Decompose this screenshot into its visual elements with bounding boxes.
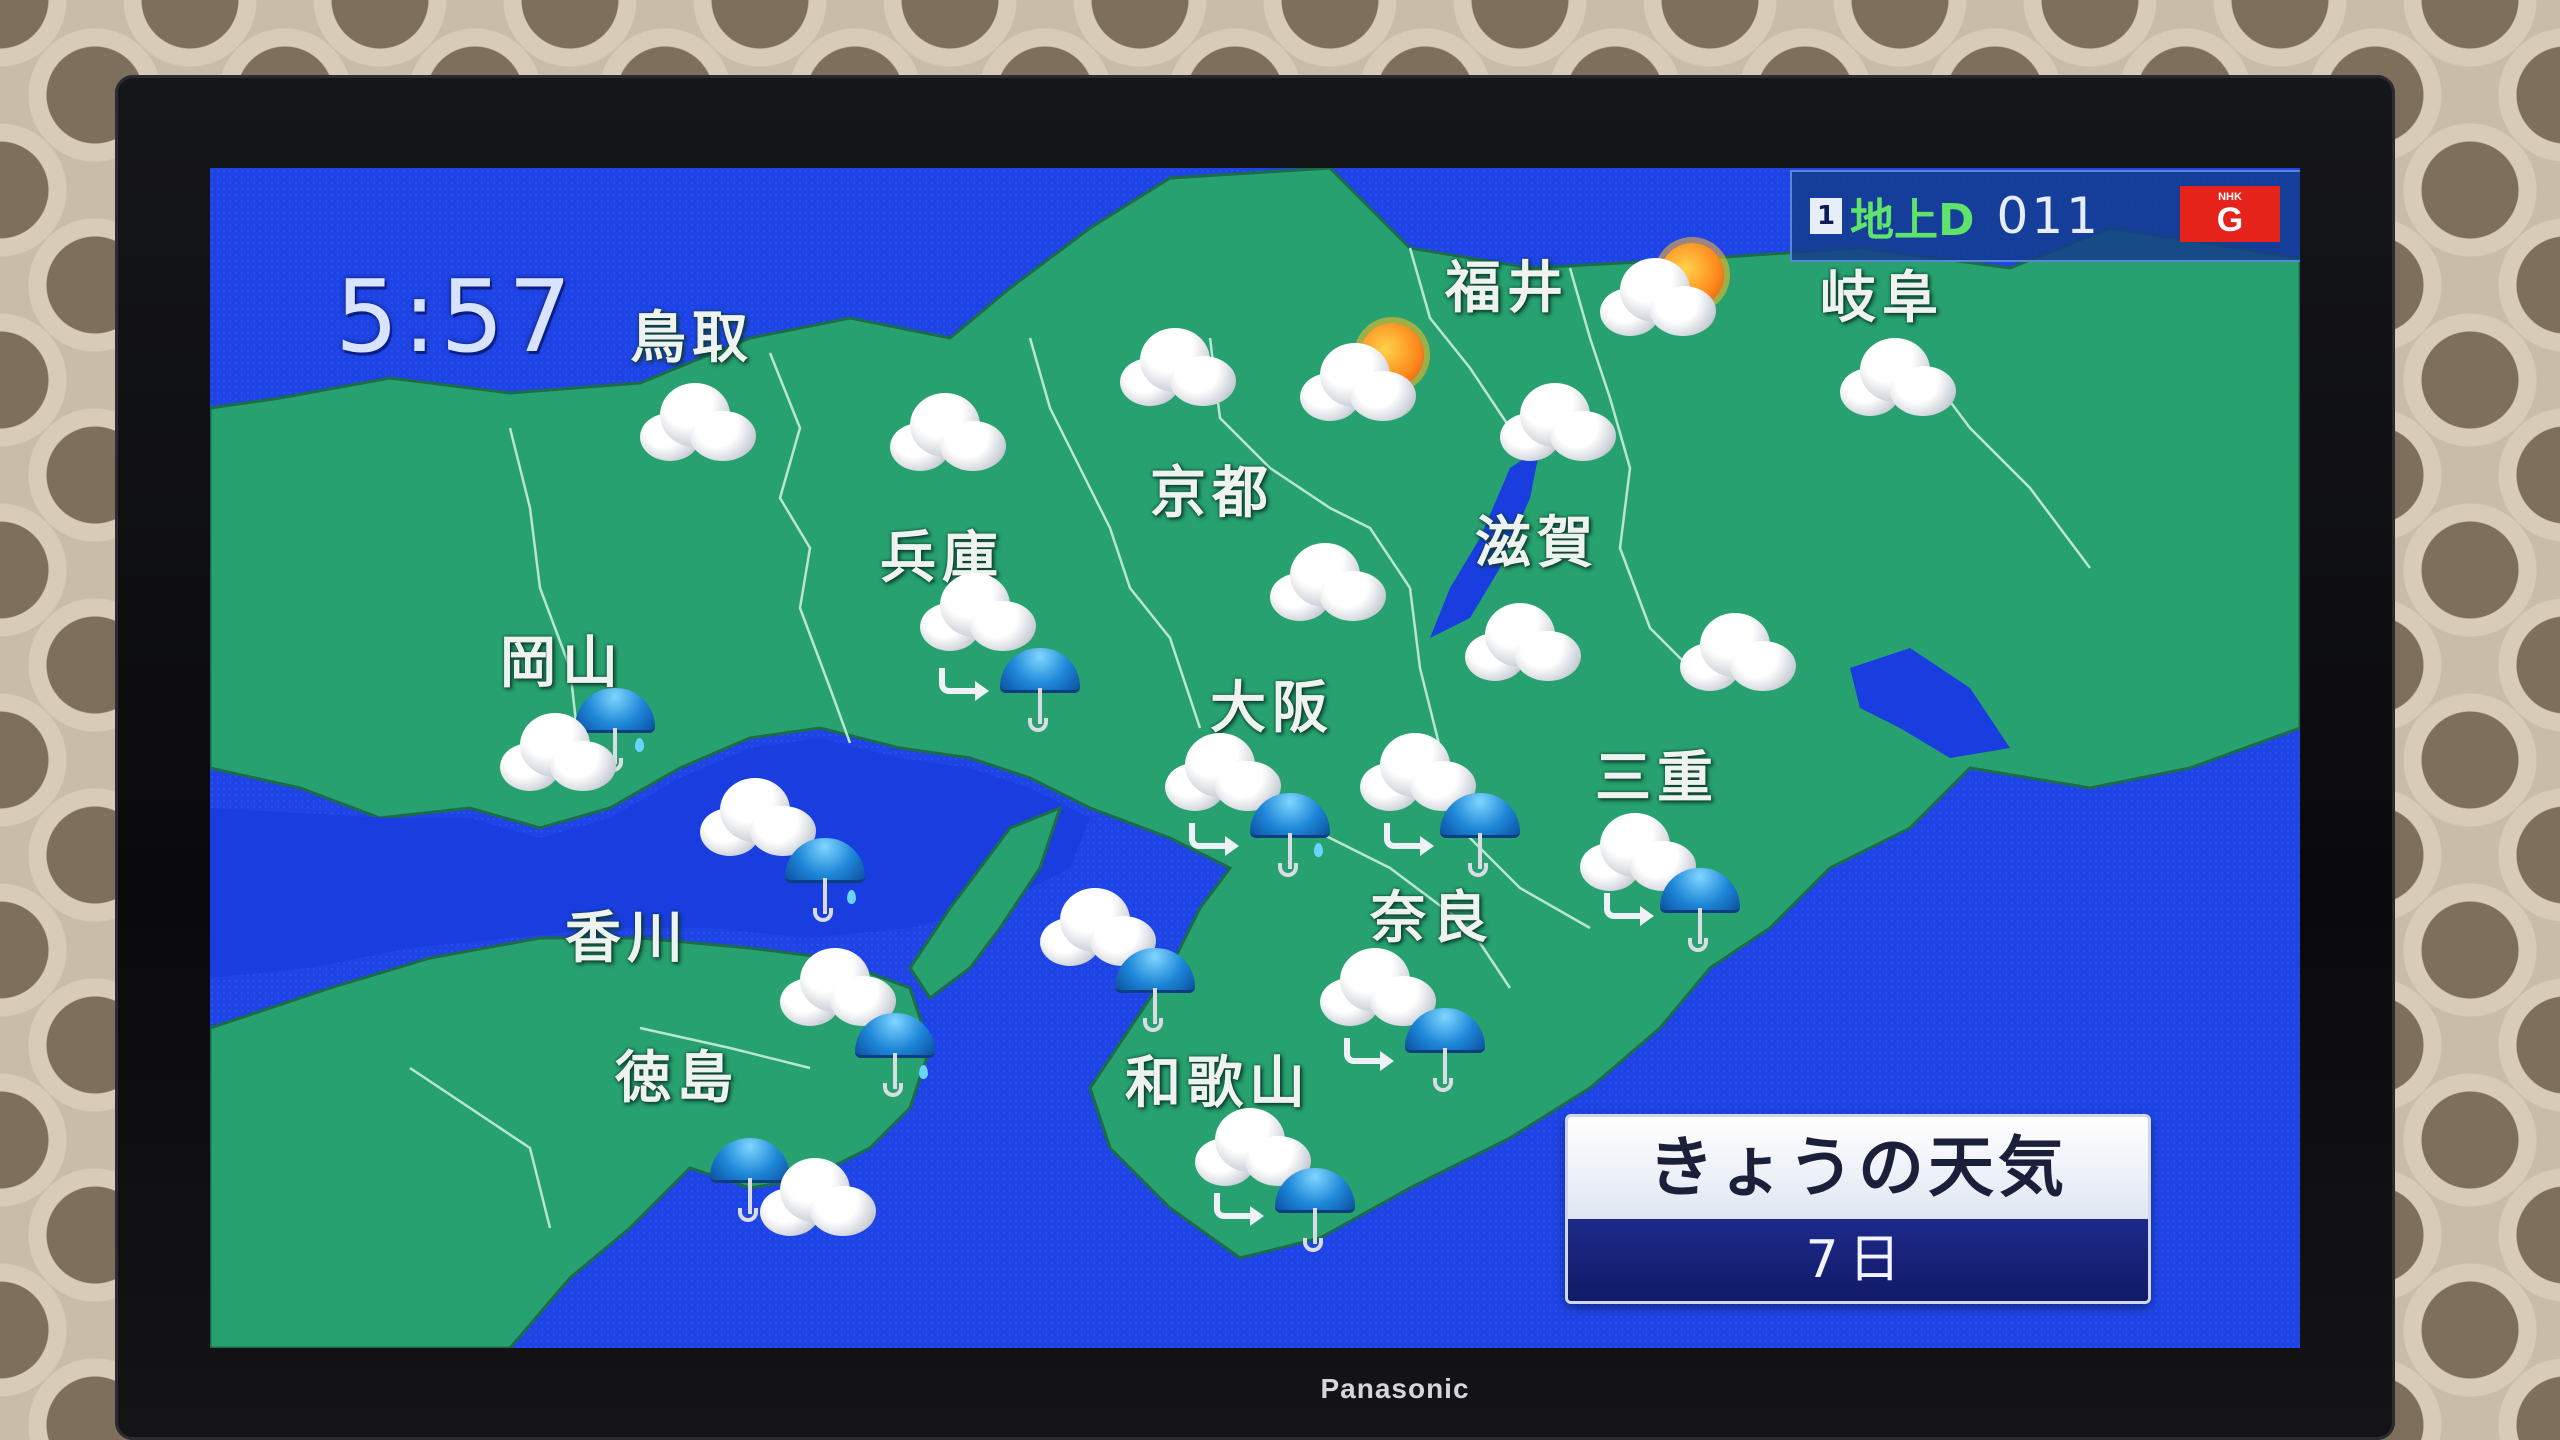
pref-label-mie: 三重: [1595, 746, 1719, 811]
time-display: 5:57: [335, 258, 576, 375]
pref-label-kyoto: 京都: [1150, 461, 1274, 526]
pref-label-nara: 奈良: [1370, 886, 1494, 951]
umbrella-rain-icon: [1405, 998, 1485, 1098]
forecast-date: 7日: [1568, 1219, 2148, 1301]
cloud-icon: [630, 383, 760, 463]
cloud-icon: [1110, 328, 1240, 408]
cloud-icon: [880, 393, 1010, 473]
channel-indicator: 1 地上D 011 NHK G: [1790, 170, 2300, 262]
tv-screen: 5:57 1 地上D 011 NHK G 鳥取 福井 岐阜 京都 兵庫 滋賀 岡…: [210, 168, 2300, 1348]
umbrella-rain-icon: [785, 828, 865, 928]
cloud-icon: [1830, 338, 1960, 418]
umbrella-rain-icon: [1440, 783, 1520, 883]
channel-number: 011: [1996, 187, 2101, 245]
umbrella-rain-icon: [1115, 938, 1195, 1038]
pref-label-osaka: 大阪: [1210, 676, 1334, 741]
umbrella-rain-icon: [855, 1003, 935, 1103]
umbrella-rain-icon: [1000, 638, 1080, 738]
later-arrow-icon: [1380, 823, 1434, 856]
pref-label-shiga: 滋賀: [1475, 511, 1599, 576]
umbrella-rain-icon: [1660, 858, 1740, 958]
pref-label-fukui: 福井: [1445, 256, 1569, 321]
pref-label-kagawa: 香川: [565, 906, 689, 971]
network-logo-letter: G: [2216, 200, 2244, 239]
channel-index: 1: [1810, 198, 1842, 234]
network-logo: NHK G: [2180, 186, 2280, 242]
later-arrow-icon: [935, 668, 989, 701]
later-arrow-icon: [1210, 1193, 1264, 1226]
cloud-icon: [750, 1158, 880, 1238]
cloud-icon: [1455, 603, 1585, 683]
cloud-icon: [1260, 543, 1390, 623]
pref-label-tokushima: 徳島: [615, 1046, 739, 1111]
umbrella-rain-icon: [1275, 1158, 1355, 1258]
later-arrow-icon: [1185, 823, 1239, 856]
program-title-box: きょうの天気 7日: [1565, 1114, 2151, 1304]
cloud-icon: [1490, 383, 1620, 463]
later-arrow-icon: [1600, 893, 1654, 926]
later-arrow-icon: [1340, 1038, 1394, 1071]
pref-label-gifu: 岐阜: [1820, 266, 1944, 331]
cloud-icon: [1590, 258, 1720, 338]
tv-brand-logo: Panasonic: [1320, 1373, 1470, 1404]
cloud-icon: [1670, 613, 1800, 693]
pref-label-tottori: 鳥取: [630, 306, 754, 371]
program-title: きょうの天気: [1568, 1117, 2148, 1219]
channel-type: 地上D: [1850, 195, 1975, 246]
cloud-icon: [490, 713, 620, 793]
pref-label-wakayama: 和歌山: [1125, 1051, 1311, 1116]
cloud-icon: [1290, 343, 1420, 423]
umbrella-rain-icon: [1250, 783, 1330, 883]
